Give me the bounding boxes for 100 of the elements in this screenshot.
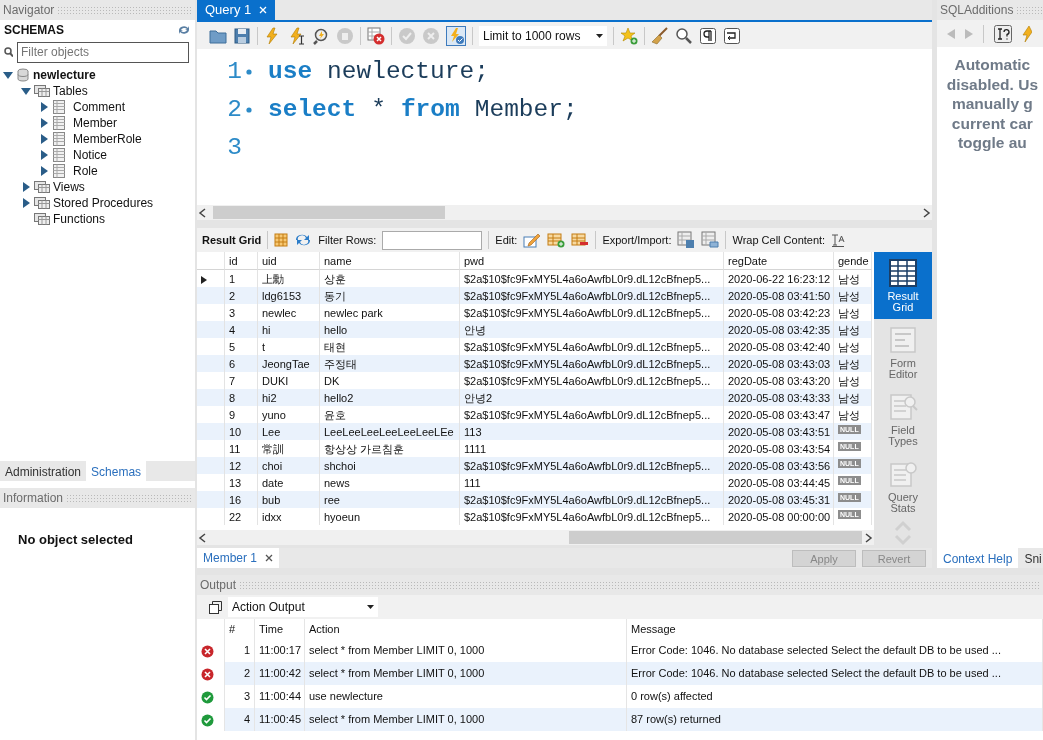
expanded-arrow-icon[interactable]: [3, 70, 13, 80]
refresh-icon[interactable]: [177, 24, 191, 36]
add-row-icon[interactable]: [547, 231, 566, 249]
tree-item[interactable]: Member: [73, 114, 117, 132]
column-header[interactable]: #: [225, 619, 255, 639]
column-header[interactable]: uid: [258, 252, 320, 270]
context-help-icon[interactable]: [994, 24, 1012, 43]
delete-row-icon[interactable]: [571, 231, 590, 249]
caret-icon: [367, 605, 374, 609]
table-cell: bub: [258, 491, 320, 508]
tree-item[interactable]: newlecture: [33, 66, 96, 84]
column-header[interactable]: pwd: [460, 252, 724, 270]
column-header[interactable]: id: [225, 252, 258, 270]
table-cell: 11:00:42: [255, 662, 305, 685]
tree-item[interactable]: Functions: [53, 210, 106, 228]
pilcrow-icon[interactable]: [699, 26, 717, 45]
tree-item[interactable]: Role: [73, 162, 98, 180]
table-cell: JeongTae: [258, 355, 320, 372]
check-icon[interactable]: [398, 26, 416, 45]
side-tab[interactable]: Form Editor: [874, 319, 932, 386]
close-icon[interactable]: [265, 554, 274, 562]
tree-item[interactable]: Stored Procedures: [53, 194, 154, 212]
table-cell: select * from Member LIMIT 0, 1000: [305, 708, 627, 731]
query-tab[interactable]: Query 1: [197, 0, 276, 20]
filter-rows-field[interactable]: [382, 230, 483, 250]
panel-tab[interactable]: Sni: [1018, 548, 1043, 568]
side-tab[interactable]: Field Types: [874, 386, 932, 453]
result-tab[interactable]: Member 1: [197, 548, 280, 568]
collapsed-arrow-icon[interactable]: [21, 182, 31, 192]
horizontal-scrollbar[interactable]: [197, 205, 932, 220]
lightning-check-icon[interactable]: [446, 25, 466, 46]
toolbar-label: Export/Import:: [602, 232, 672, 248]
sql-keyword: select: [268, 94, 357, 125]
star-plus-icon[interactable]: [620, 26, 638, 45]
output-select[interactable]: Action Output: [228, 597, 378, 617]
import-icon[interactable]: [701, 231, 720, 249]
table-cell: 8: [225, 389, 258, 406]
tree-item[interactable]: Notice: [73, 146, 107, 164]
stacked-tables-icon: [34, 85, 50, 97]
limit-select[interactable]: Limit to 1000 rows: [479, 25, 607, 46]
table-cell: choi: [258, 457, 320, 474]
table-cell: 남성: [838, 374, 860, 387]
collapsed-arrow-icon[interactable]: [39, 166, 49, 176]
side-tab[interactable]: Query Stats: [874, 453, 932, 520]
table-cell: 12: [225, 457, 258, 474]
lightning-cursor-icon[interactable]: [288, 26, 306, 45]
table-cell: 남성: [838, 323, 860, 336]
grid-stop-icon[interactable]: [367, 26, 385, 45]
horizontal-scrollbar[interactable]: [197, 530, 874, 545]
table-cell: 11:00:45: [255, 708, 305, 731]
save-icon[interactable]: [233, 26, 251, 45]
wrap-text-icon[interactable]: [831, 233, 846, 247]
tree-item[interactable]: Comment: [73, 98, 125, 116]
column-header[interactable]: Action: [305, 619, 627, 639]
export-icon[interactable]: [677, 231, 696, 249]
column-header[interactable]: gende: [834, 252, 872, 270]
grid-columns-icon[interactable]: [274, 233, 289, 247]
toolbar-label: Edit:: [495, 232, 518, 248]
panel-tab[interactable]: Schemas: [86, 461, 147, 481]
collapsed-arrow-icon[interactable]: [39, 134, 49, 144]
side-tab[interactable]: Result Grid: [874, 252, 932, 319]
sql-text: newlecture;: [327, 56, 489, 87]
column-header[interactable]: regDate: [724, 252, 834, 270]
column-header[interactable]: Message: [627, 619, 1043, 639]
collapsed-arrow-icon[interactable]: [21, 198, 31, 208]
filter-field[interactable]: Filter objects: [17, 41, 189, 63]
broom-icon[interactable]: [651, 26, 669, 45]
tree-item[interactable]: MemberRole: [73, 130, 142, 148]
lightning-icon[interactable]: [1022, 24, 1032, 43]
collapsed-arrow-icon[interactable]: [39, 118, 49, 128]
table-cell: 6: [225, 355, 258, 372]
edit-pencil-icon[interactable]: [523, 231, 542, 249]
panel-tab[interactable]: Context Help: [937, 548, 1019, 568]
tree-item[interactable]: Tables: [53, 82, 88, 100]
collapsed-arrow-icon[interactable]: [39, 102, 49, 112]
section-heading: SCHEMAS: [4, 22, 64, 39]
panel-tab[interactable]: Administration: [0, 461, 87, 481]
search-icon[interactable]: [675, 26, 693, 45]
collapsed-arrow-icon[interactable]: [39, 150, 49, 160]
info-message: No object selected: [18, 531, 134, 549]
column-header[interactable]: name: [320, 252, 460, 270]
wrap-icon[interactable]: [723, 26, 741, 45]
table-cell: 4: [225, 708, 255, 731]
line-number: 1: [226, 56, 242, 87]
sql-keyword: use: [268, 56, 313, 87]
tree-item[interactable]: Views: [53, 178, 85, 196]
table-cell: Error Code: 1046. No database selected Select the default DB to be used ...: [627, 662, 1043, 685]
database-icon: [16, 68, 30, 82]
caret-icon: [596, 33, 603, 38]
column-header[interactable]: Time: [255, 619, 305, 639]
table-cell: idxx: [258, 508, 320, 525]
refresh-icon[interactable]: [294, 233, 313, 247]
table-cell: 남성: [838, 408, 860, 421]
search-icon: [4, 47, 13, 57]
table-cell: ldg6153: [258, 287, 320, 304]
magnifier-lightning-icon[interactable]: [312, 26, 330, 45]
table-cell: ree: [320, 491, 460, 508]
copy-icon[interactable]: [209, 600, 222, 614]
table-cell: 4: [225, 321, 258, 338]
expanded-arrow-icon[interactable]: [21, 86, 31, 96]
